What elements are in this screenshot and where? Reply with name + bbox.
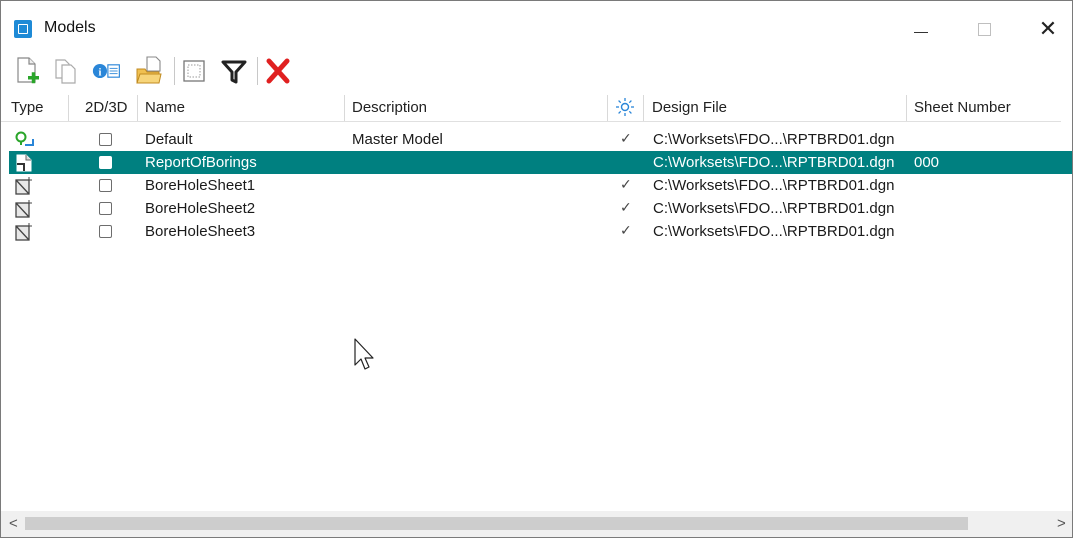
design-file-path: C:\Worksets\FDO...\RPTBRD01.dgn — [653, 200, 895, 217]
horizontal-scrollbar[interactable]: < > — [1, 511, 1072, 537]
column-header-type[interactable]: Type — [11, 99, 44, 116]
dotted-rectangle-icon — [183, 60, 205, 82]
active-checkmark-icon: ✓ — [620, 130, 632, 146]
column-divider[interactable] — [643, 95, 644, 121]
red-x-icon — [266, 58, 290, 84]
svg-text:i: i — [98, 67, 101, 78]
column-header-name[interactable]: Name — [145, 99, 185, 116]
sun-icon — [616, 98, 634, 116]
import-folder-icon — [136, 56, 162, 84]
active-checkmark-icon: ✓ — [620, 222, 632, 238]
drawing-model-icon — [14, 153, 32, 172]
minimize-button[interactable] — [898, 9, 944, 49]
import-model-button[interactable] — [134, 55, 164, 87]
column-header-design-file[interactable]: Design File — [652, 99, 727, 116]
table-row[interactable]: BoreHoleSheet3 ✓ C:\Worksets\FDO...\RPTB… — [1, 220, 1072, 243]
model-name: BoreHoleSheet3 — [145, 223, 256, 240]
column-header-sheet-number[interactable]: Sheet Number — [914, 99, 1011, 116]
scrollbar-thumb[interactable] — [25, 517, 968, 530]
close-button[interactable]: ✕ — [1025, 9, 1071, 49]
column-header-description[interactable]: Description — [352, 99, 427, 116]
column-header-2d3d[interactable]: 2D/3D — [85, 99, 128, 116]
column-divider[interactable] — [607, 95, 608, 121]
toolbar-separator — [174, 57, 175, 85]
scroll-right-button[interactable]: > — [1057, 515, 1066, 532]
filter-funnel-icon — [221, 60, 247, 84]
table-row[interactable]: ReportOfBorings C:\Worksets\FDO...\RPTBR… — [9, 151, 1072, 174]
title-bar[interactable]: Models ✕ — [1, 1, 1072, 51]
active-checkmark-icon: ✓ — [620, 176, 632, 192]
table-header: Type 2D/3D Name Description Design File … — [1, 95, 1061, 122]
column-divider[interactable] — [344, 95, 345, 121]
design-file-path: C:\Worksets\FDO...\RPTBRD01.dgn — [653, 177, 895, 194]
table-row[interactable]: Default Master Model ✓ C:\Worksets\FDO..… — [1, 128, 1072, 151]
sheet-model-icon — [14, 176, 32, 195]
2d3d-checkbox[interactable] — [99, 156, 112, 169]
close-icon: ✕ — [1038, 16, 1058, 41]
2d3d-checkbox[interactable] — [99, 225, 112, 238]
2d3d-checkbox[interactable] — [99, 202, 112, 215]
model-description: Master Model — [352, 131, 443, 148]
design-model-icon — [14, 130, 34, 149]
active-checkmark-icon: ✓ — [620, 199, 632, 215]
model-properties-button[interactable]: i — [92, 55, 122, 87]
model-name: ReportOfBorings — [145, 154, 257, 171]
column-header-active[interactable] — [615, 97, 635, 121]
copy-document-icon — [55, 59, 76, 84]
properties-info-icon: i — [92, 63, 120, 78]
model-name: BoreHoleSheet2 — [145, 200, 256, 217]
column-divider[interactable] — [68, 95, 69, 121]
maximize-button[interactable] — [961, 9, 1007, 49]
delete-model-button[interactable] — [263, 55, 293, 87]
maximize-icon — [977, 22, 991, 36]
window-title: Models — [44, 19, 96, 36]
sheet-model-icon — [14, 199, 32, 218]
filter-button[interactable] — [219, 55, 249, 87]
design-file-path: C:\Worksets\FDO...\RPTBRD01.dgn — [653, 154, 895, 171]
table-row[interactable]: BoreHoleSheet1 ✓ C:\Worksets\FDO...\RPTB… — [1, 174, 1072, 197]
select-all-button[interactable] — [179, 55, 209, 87]
models-dialog: Models ✕ i Type 2D/3D Name Description D… — [0, 0, 1073, 538]
toolbar: i — [1, 51, 1072, 91]
sheet-number: 000 — [914, 154, 940, 171]
scroll-left-button[interactable]: < — [9, 515, 18, 532]
create-model-button[interactable] — [13, 55, 43, 87]
2d3d-checkbox[interactable] — [99, 179, 112, 192]
design-file-path: C:\Worksets\FDO...\RPTBRD01.dgn — [653, 131, 895, 148]
mouse-cursor-icon — [353, 337, 377, 377]
minimize-icon — [914, 31, 928, 33]
sheet-model-icon — [14, 222, 32, 241]
copy-model-button[interactable] — [51, 55, 81, 87]
toolbar-separator — [257, 57, 258, 85]
model-name: BoreHoleSheet1 — [145, 177, 256, 194]
column-divider[interactable] — [906, 95, 907, 121]
column-divider[interactable] — [137, 95, 138, 121]
model-name: Default — [145, 131, 193, 148]
new-document-plus-icon — [17, 57, 39, 84]
design-file-path: C:\Worksets\FDO...\RPTBRD01.dgn — [653, 223, 895, 240]
models-app-icon — [14, 20, 32, 38]
table-row[interactable]: BoreHoleSheet2 ✓ C:\Worksets\FDO...\RPTB… — [1, 197, 1072, 220]
2d3d-checkbox[interactable] — [99, 133, 112, 146]
